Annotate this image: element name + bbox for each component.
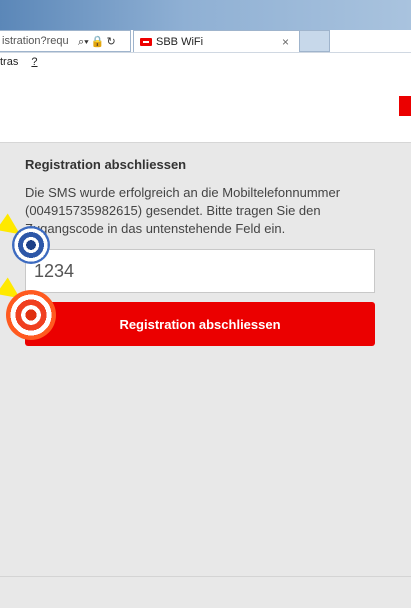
menu-bar: tras ? (0, 52, 411, 71)
sbb-favicon-icon (140, 38, 152, 47)
close-icon[interactable]: × (282, 35, 289, 49)
complete-registration-button[interactable]: Registration abschliessen (25, 302, 375, 346)
sbb-logo (399, 96, 411, 116)
menu-item-extras[interactable]: tras (0, 56, 18, 68)
sms-confirmation-text: Die SMS wurde erfolgreich an die Mobilte… (25, 185, 341, 236)
menu-item-help[interactable]: ? (31, 56, 37, 68)
address-url[interactable]: istration?requ (2, 35, 76, 47)
access-code-input[interactable] (25, 249, 375, 293)
step-marker-red (6, 290, 56, 340)
tab-sbb-wifi[interactable]: SBB WiFi × (133, 30, 300, 52)
main-content: Registration abschliessen Die SMS wurde … (0, 144, 411, 608)
page-title: Registration abschliessen (25, 157, 187, 172)
tab-title: SBB WiFi (156, 36, 204, 48)
step-marker-blue (12, 226, 50, 264)
new-tab-button[interactable] (300, 30, 330, 52)
search-icon[interactable]: ⌕▾ (78, 36, 89, 49)
footer-divider (0, 576, 411, 577)
refresh-icon[interactable]: ↻ (106, 35, 115, 48)
address-bar[interactable]: istration?requ ⌕▾ 🔒 ↻ (0, 30, 131, 52)
page-header (0, 71, 411, 143)
window-titlebar (0, 0, 411, 30)
lock-icon: 🔒 (90, 36, 105, 48)
